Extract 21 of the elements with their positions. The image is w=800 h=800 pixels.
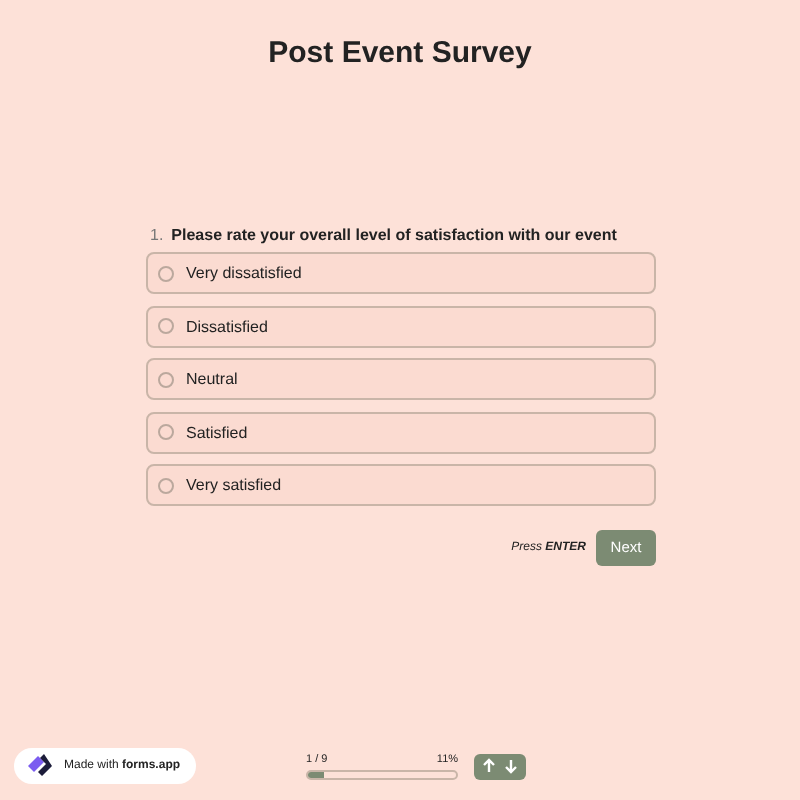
question-number: 1. (150, 226, 164, 244)
radio-button[interactable] (158, 424, 174, 440)
logo-icon (26, 754, 54, 778)
option-label: Very dissatisfied (186, 264, 302, 282)
radio-button[interactable] (158, 371, 174, 387)
option-label: Neutral (186, 370, 238, 388)
radio-button[interactable] (158, 265, 174, 281)
answer-option[interactable]: Satisfied (146, 411, 656, 453)
answer-option[interactable]: Dissatisfied (146, 305, 656, 347)
down-arrow-icon[interactable] (502, 758, 521, 774)
answer-option[interactable]: Neutral (146, 358, 656, 400)
answer-option[interactable]: Very dissatisfied (146, 252, 656, 294)
answer-option[interactable]: Very satisfied (146, 464, 656, 506)
radio-button[interactable] (158, 318, 174, 334)
up-arrow-icon[interactable] (480, 758, 499, 774)
radio-button[interactable] (158, 477, 174, 493)
option-label: Very satisfied (186, 476, 282, 494)
option-label: Dissatisfied (186, 317, 268, 335)
survey-title: Post Event Survey (268, 36, 532, 70)
option-label: Satisfied (186, 423, 248, 441)
question-text: Please rate your overall level of satisfaction with our event (171, 226, 617, 244)
